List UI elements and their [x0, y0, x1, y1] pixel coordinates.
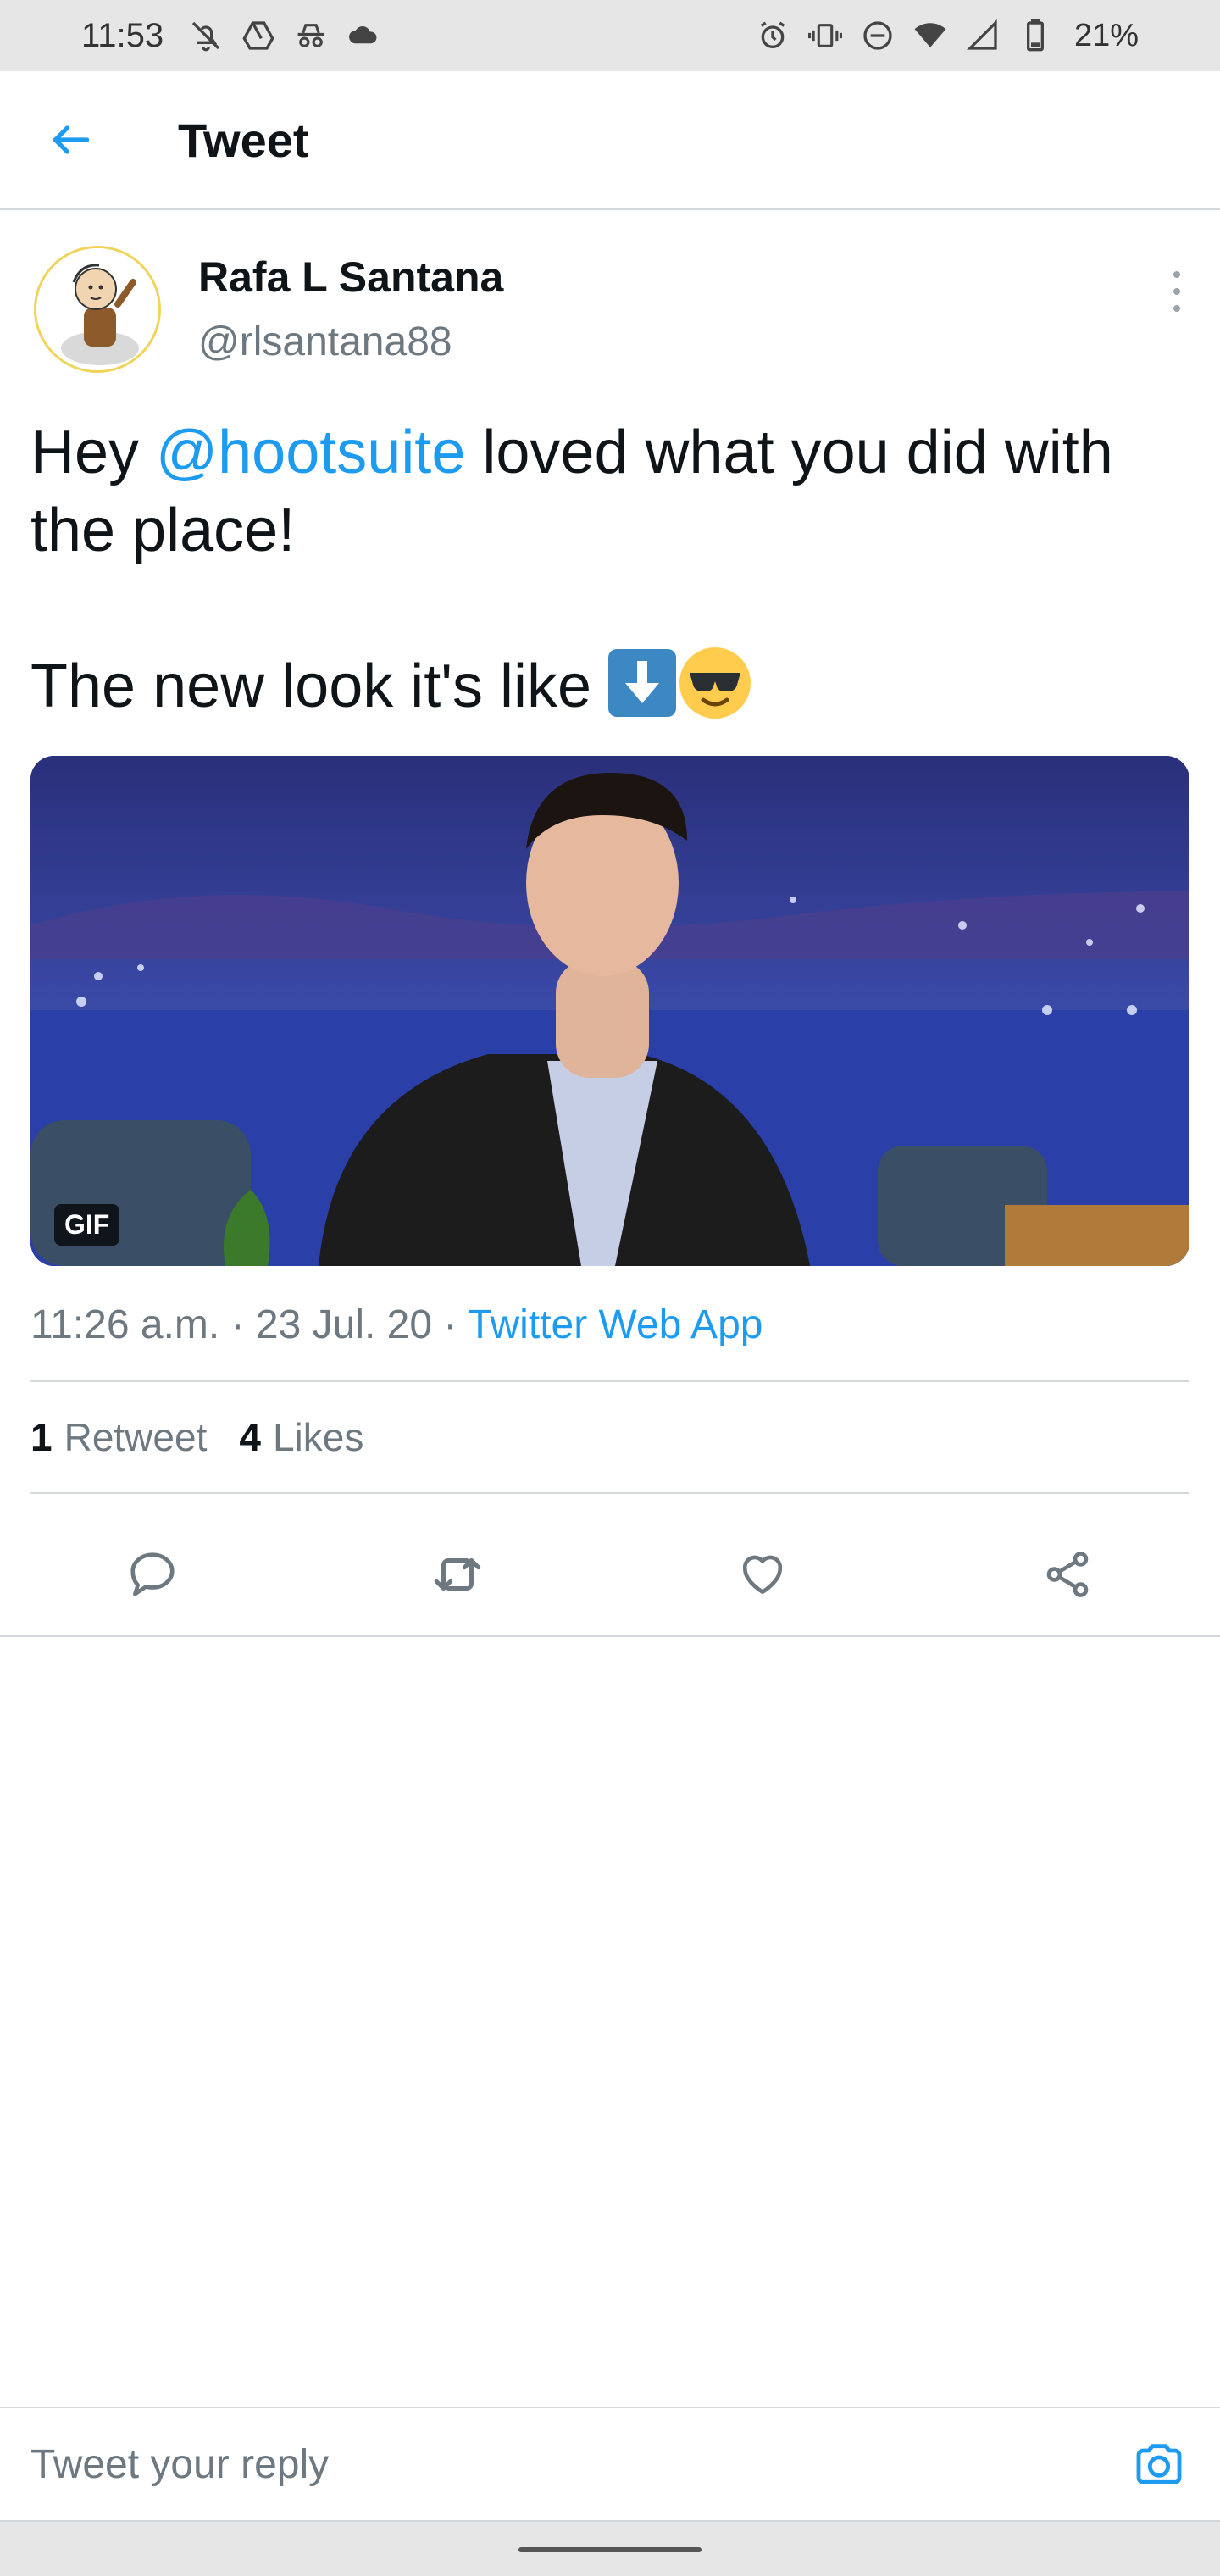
- more-vertical-icon: [1173, 271, 1180, 278]
- reply-button[interactable]: [119, 1541, 186, 1608]
- like-count-link[interactable]: 4 Likes: [239, 1414, 363, 1460]
- tweet-timestamp: 11:26 a.m. · 23 Jul. 20 ·: [30, 1302, 468, 1347]
- tweet-source-link[interactable]: Twitter Web App: [468, 1302, 763, 1347]
- retweet-icon: [434, 1558, 481, 1591]
- retweet-button[interactable]: [424, 1541, 491, 1608]
- tweet-detail: Rafa L Santana @rlsantana88 Hey @hootsui…: [30, 212, 1190, 1494]
- notifications-off-icon: [189, 19, 223, 53]
- do-not-disturb-icon: [861, 19, 895, 53]
- battery-icon: [1018, 19, 1052, 53]
- cloud-icon: [347, 19, 380, 53]
- like-button[interactable]: [729, 1541, 796, 1608]
- alarm-icon: [756, 19, 790, 53]
- mention-link[interactable]: @hootsuite: [156, 419, 465, 486]
- author-name[interactable]: Rafa L Santana: [198, 253, 503, 302]
- cell-signal-icon: [966, 19, 1000, 53]
- app-header: Tweet: [0, 71, 1220, 210]
- tweet-text: Hey @hootsuite loved what you did with t…: [30, 419, 1113, 720]
- incognito-icon: [294, 19, 328, 53]
- like-icon: [742, 1555, 783, 1594]
- reply-input[interactable]: [30, 2440, 1128, 2488]
- tweet-actions: [0, 1513, 1220, 1637]
- reply-bar: [0, 2407, 1220, 2522]
- camera-icon: [1136, 2444, 1182, 2484]
- page-title: Tweet: [178, 113, 309, 167]
- more-options-button[interactable]: [1164, 266, 1190, 317]
- drive-icon: [241, 19, 275, 53]
- tweet-meta: 11:26 a.m. · 23 Jul. 20 · Twitter Web Ap…: [30, 1302, 1190, 1348]
- engagement-counts: 1 Retweet 4 Likes: [30, 1382, 1190, 1492]
- sunglasses-emoji: [679, 647, 751, 719]
- vibrate-icon: [807, 19, 842, 53]
- system-nav-bar: [0, 2522, 1220, 2576]
- back-button[interactable]: [41, 109, 102, 170]
- camera-button[interactable]: [1128, 2434, 1190, 2495]
- share-icon: [1046, 1552, 1089, 1597]
- arrow-left-icon: [53, 125, 90, 154]
- gif-media[interactable]: GIF: [30, 756, 1190, 1266]
- tweet-author: Rafa L Santana @rlsantana88: [30, 212, 1190, 381]
- status-bar: 11:53 21%: [0, 0, 1220, 71]
- battery-percentage: 21%: [1073, 17, 1139, 53]
- divider: [30, 1492, 1190, 1494]
- reply-icon: [130, 1552, 175, 1596]
- retweet-count-link[interactable]: 1 Retweet: [30, 1414, 207, 1460]
- down-arrow-emoji: [608, 649, 677, 717]
- gif-badge: GIF: [54, 1204, 120, 1246]
- home-gesture-handle[interactable]: [518, 2547, 702, 2552]
- author-handle[interactable]: @rlsantana88: [198, 319, 452, 365]
- avatar[interactable]: [34, 246, 161, 373]
- wifi-icon: [913, 19, 947, 53]
- status-time: 11:53: [81, 16, 164, 54]
- share-button[interactable]: [1034, 1541, 1101, 1608]
